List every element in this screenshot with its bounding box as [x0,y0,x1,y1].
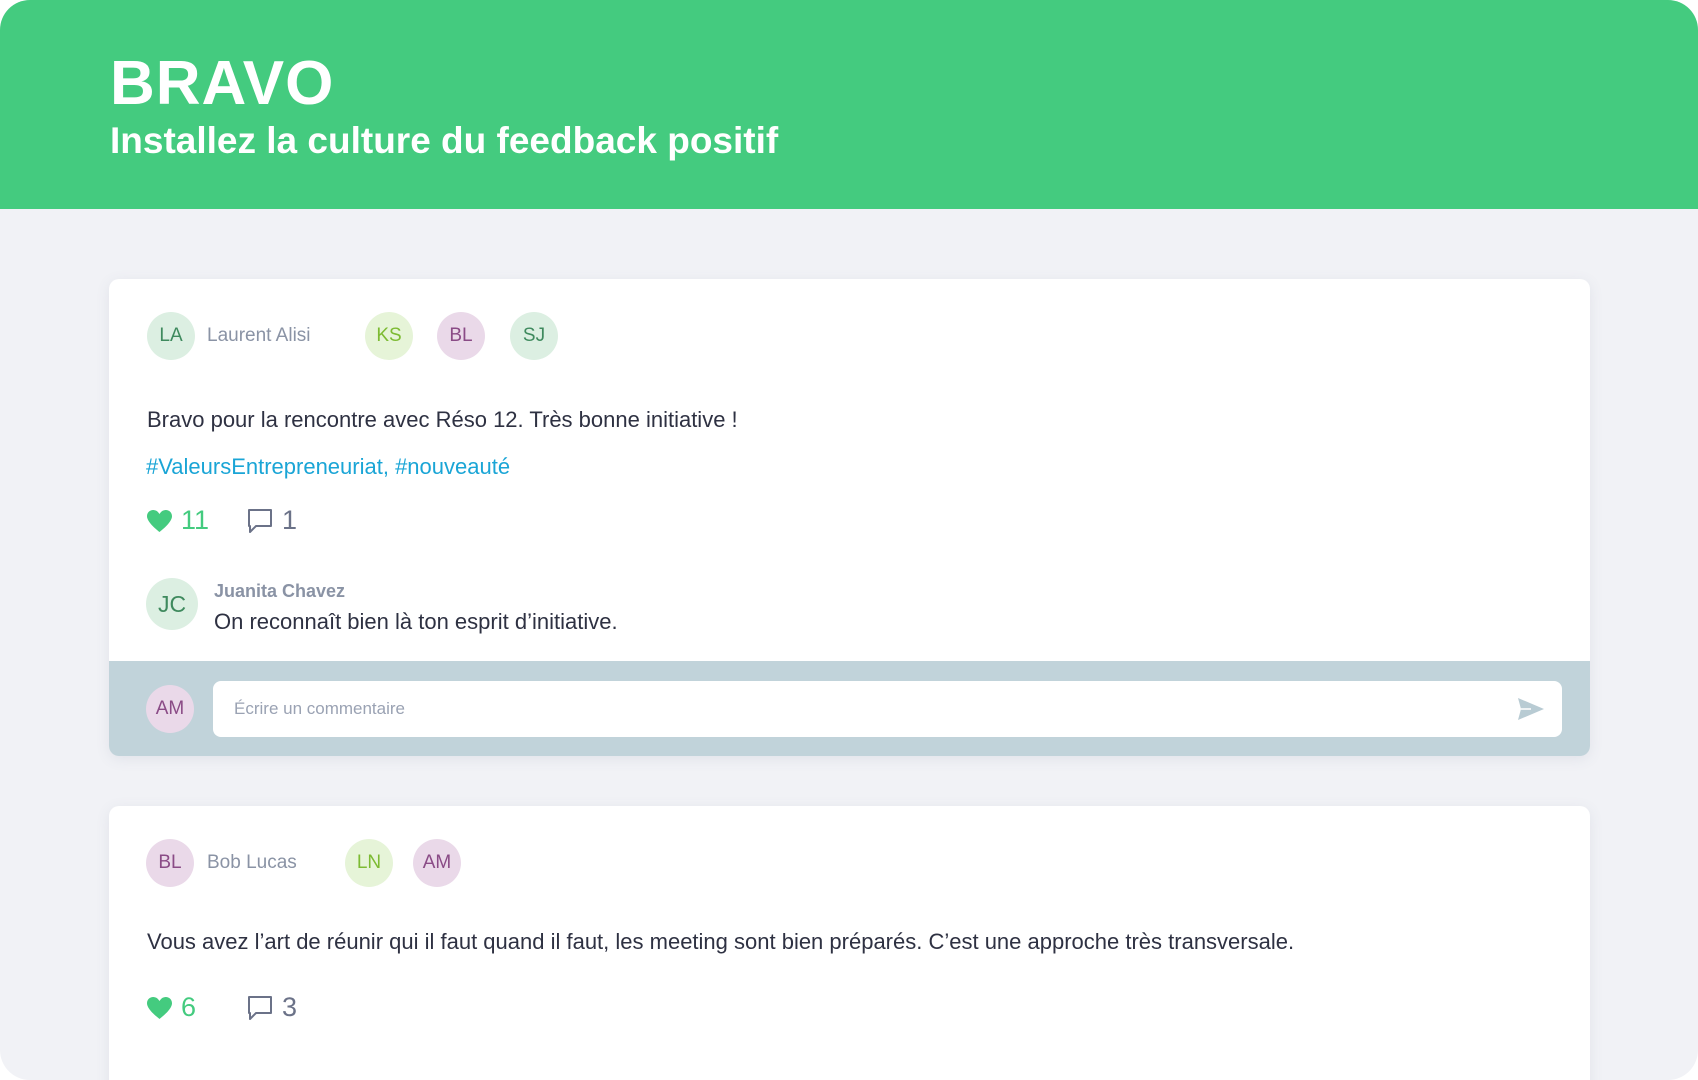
recipient-avatar[interactable]: AM [413,839,461,887]
comment-button[interactable]: 1 [246,505,297,536]
recipient-avatar[interactable]: SJ [510,312,558,360]
comment-input-box [213,681,1562,737]
app-frame: BRAVO Installez la culture du feedback p… [0,0,1698,1080]
commenter-name[interactable]: Juanita Chavez [214,581,345,602]
comment-count: 1 [282,505,298,535]
comment-count: 3 [282,992,298,1022]
heart-icon [147,509,172,532]
author-name[interactable]: Bob Lucas [207,852,297,874]
like-count: 6 [181,992,197,1022]
current-user-avatar: AM [146,685,194,733]
app-title: BRAVO [110,49,335,118]
comment-input[interactable] [213,681,1493,737]
hashtags-link[interactable]: #ValeursEntrepreneuriat, #nouveauté [146,454,510,480]
header-banner: BRAVO Installez la culture du feedback p… [0,0,1698,209]
comment-text: On reconnaît bien là ton esprit d’initia… [214,609,618,634]
send-icon[interactable] [1516,696,1546,722]
recipient-avatar[interactable]: BL [437,312,485,360]
like-button[interactable]: 6 [146,992,196,1023]
comment-bubble-icon [248,995,272,1020]
comment-button[interactable]: 3 [246,992,297,1023]
feedback-card: BL Bob Lucas LN AM Vous avez l’art de ré… [109,806,1590,1080]
comment-bubble-icon [248,508,272,533]
recipient-avatar[interactable]: KS [365,312,413,360]
feedback-message: Vous avez l’art de réunir qui il faut qu… [147,929,1295,954]
comment-composer: AM [109,661,1590,756]
author-name[interactable]: Laurent Alisi [207,325,311,347]
like-count: 11 [181,505,210,535]
like-button[interactable]: 11 [146,505,209,536]
feedback-card: LA Laurent Alisi KS BL SJ Bravo pour la … [109,279,1590,756]
feedback-message: Bravo pour la rencontre avec Réso 12. Tr… [147,407,738,432]
author-avatar[interactable]: BL [146,839,194,887]
recipient-avatar[interactable]: LN [345,839,393,887]
commenter-avatar[interactable]: JC [146,578,198,630]
app-subtitle: Installez la culture du feedback positif [110,120,779,161]
author-avatar[interactable]: LA [147,312,195,360]
heart-icon [147,996,172,1019]
